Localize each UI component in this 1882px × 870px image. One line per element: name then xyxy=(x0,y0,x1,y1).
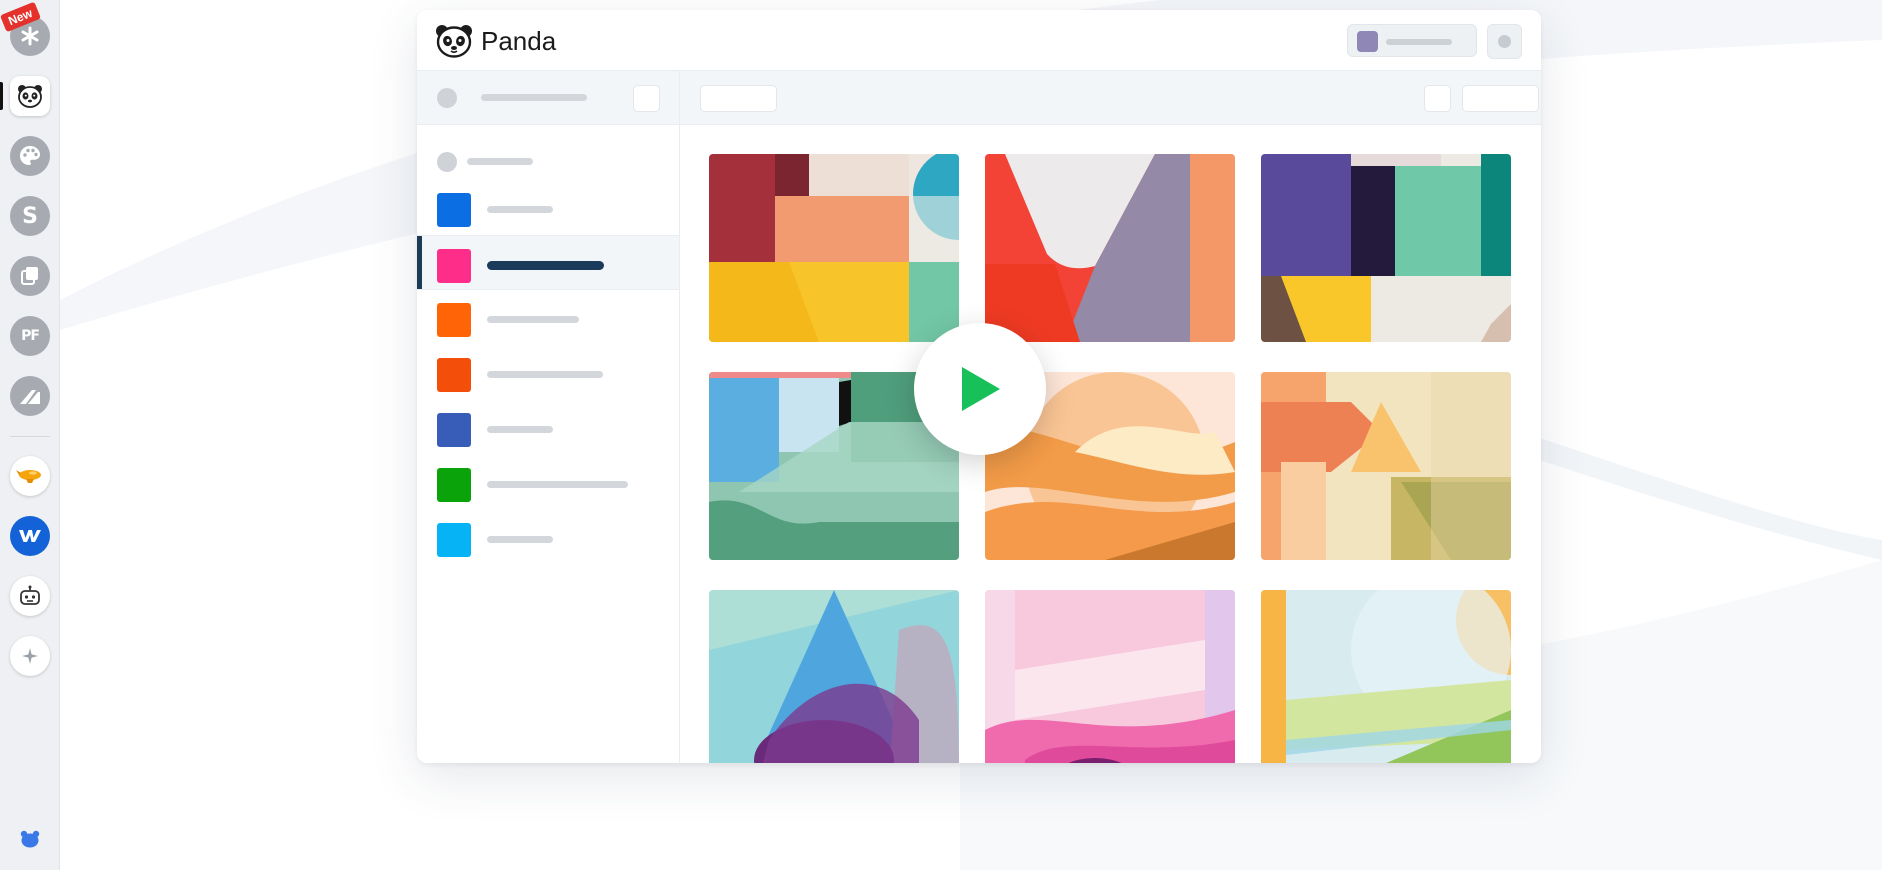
bear-icon[interactable] xyxy=(20,830,40,853)
ramp-icon[interactable] xyxy=(10,376,50,416)
sidebar-toolbar-button[interactable] xyxy=(633,85,660,112)
category-label-placeholder xyxy=(487,536,553,543)
webflow-icon[interactable] xyxy=(10,516,50,556)
main-toolbar xyxy=(680,71,1541,125)
app-header: Panda xyxy=(417,10,1541,71)
play-icon xyxy=(962,367,1000,411)
header-account-button[interactable] xyxy=(1347,24,1477,57)
category-item[interactable] xyxy=(417,455,679,510)
copy-icon[interactable] xyxy=(10,256,50,296)
main-toolbar-left-button[interactable] xyxy=(700,85,777,112)
category-item[interactable] xyxy=(417,400,679,455)
menu-dot-icon xyxy=(1498,35,1511,48)
artwork-thumbnail[interactable] xyxy=(1261,372,1511,560)
main-toolbar-right-button[interactable] xyxy=(1462,85,1539,112)
category-label-placeholder xyxy=(487,261,604,270)
sidebar-toolbar-avatar[interactable] xyxy=(437,88,457,108)
category-label-placeholder xyxy=(487,316,579,323)
category-sidebar xyxy=(417,125,680,763)
category-item[interactable] xyxy=(417,290,679,345)
category-swatch xyxy=(437,468,471,502)
category-item[interactable] xyxy=(417,180,679,235)
category-label-placeholder xyxy=(487,371,603,378)
category-swatch xyxy=(437,303,471,337)
header-menu-button[interactable] xyxy=(1487,24,1522,59)
artwork-thumbnail[interactable] xyxy=(1261,154,1511,342)
category-item[interactable] xyxy=(417,510,679,565)
category-label-placeholder xyxy=(487,426,553,433)
category-item[interactable] xyxy=(417,345,679,400)
app-rail: New S PF xyxy=(0,0,60,870)
category-swatch xyxy=(437,358,471,392)
brand-name: Panda xyxy=(481,25,557,56)
artwork-thumbnail[interactable] xyxy=(709,154,959,342)
main-toolbar-icon-button[interactable] xyxy=(1424,85,1451,112)
category-swatch xyxy=(437,193,471,227)
brand[interactable]: Panda xyxy=(435,24,556,58)
sidebar-header-placeholder xyxy=(467,158,533,165)
artwork-thumbnail[interactable] xyxy=(985,154,1235,342)
account-placeholder-line xyxy=(1386,39,1452,45)
panda-icon[interactable] xyxy=(0,76,50,116)
rail-separator xyxy=(10,436,50,437)
account-swatch xyxy=(1357,31,1378,52)
panda-logo-icon xyxy=(436,25,472,58)
sidebar-header-avatar[interactable] xyxy=(437,152,457,172)
category-label-placeholder xyxy=(487,206,553,213)
play-video-button[interactable] xyxy=(914,323,1046,455)
letter-s-icon[interactable]: S xyxy=(10,196,50,236)
airship-icon[interactable] xyxy=(10,456,50,496)
artwork-thumbnail[interactable] xyxy=(709,590,959,763)
pf-icon[interactable]: PF xyxy=(10,316,50,356)
sparkle-icon[interactable] xyxy=(10,636,50,676)
palette-icon[interactable] xyxy=(10,136,50,176)
category-swatch xyxy=(437,523,471,557)
artwork-thumbnail[interactable] xyxy=(985,590,1235,763)
category-item-active[interactable] xyxy=(417,235,679,290)
category-swatch xyxy=(437,413,471,447)
sidebar-toolbar xyxy=(417,71,680,125)
sidebar-toolbar-placeholder xyxy=(481,94,587,101)
robot-icon[interactable] xyxy=(10,576,50,616)
category-label-placeholder xyxy=(487,481,628,488)
artwork-thumbnail[interactable] xyxy=(1261,590,1511,763)
category-swatch xyxy=(437,249,471,283)
artwork-grid xyxy=(680,125,1541,763)
